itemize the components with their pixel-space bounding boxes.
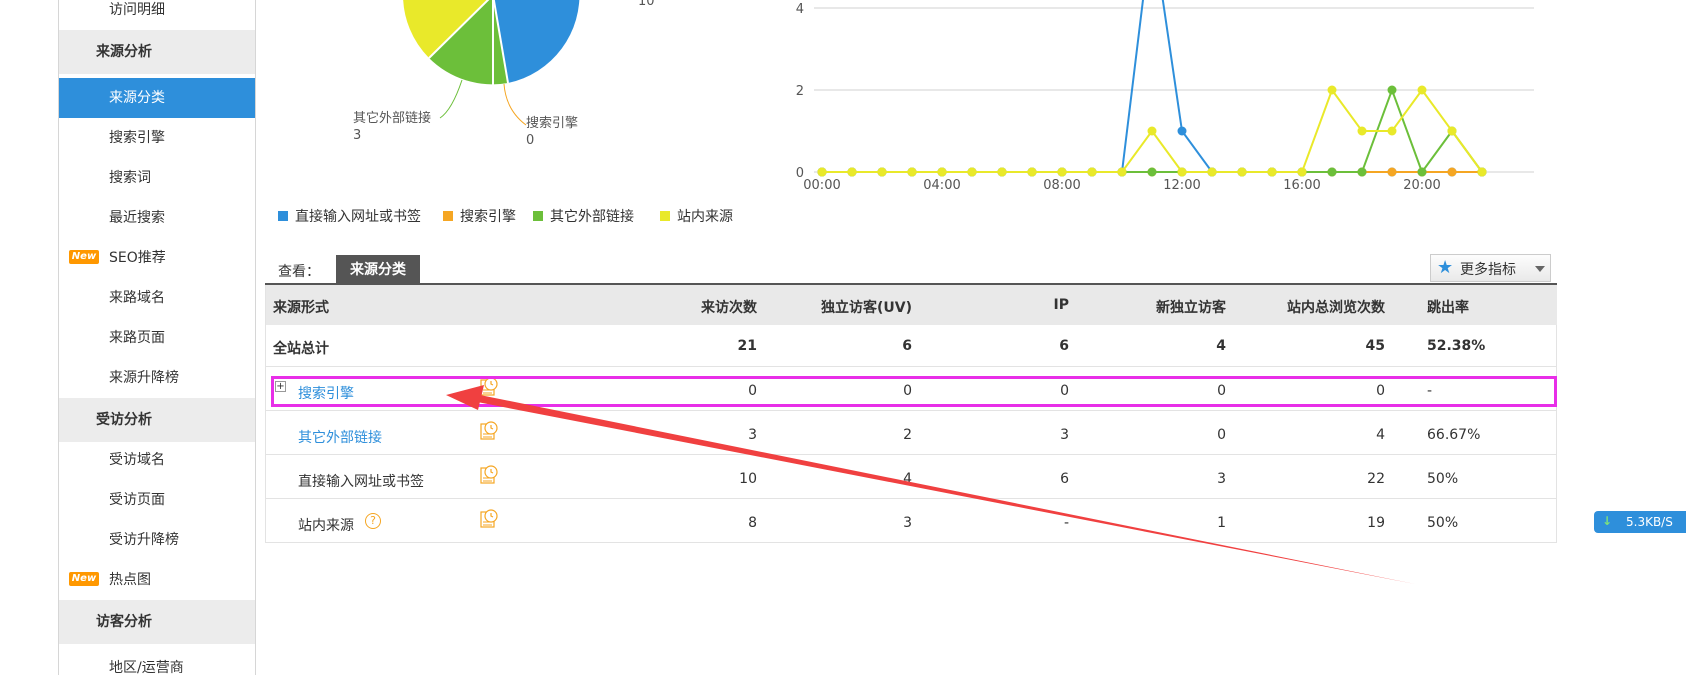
network-speed-badge: ↓ 5.3KB/S xyxy=(1594,511,1686,533)
network-speed: 5.3KB/S xyxy=(1626,515,1673,529)
download-arrow-icon: ↓ xyxy=(1602,514,1613,528)
annotation-arrow xyxy=(446,385,1415,584)
